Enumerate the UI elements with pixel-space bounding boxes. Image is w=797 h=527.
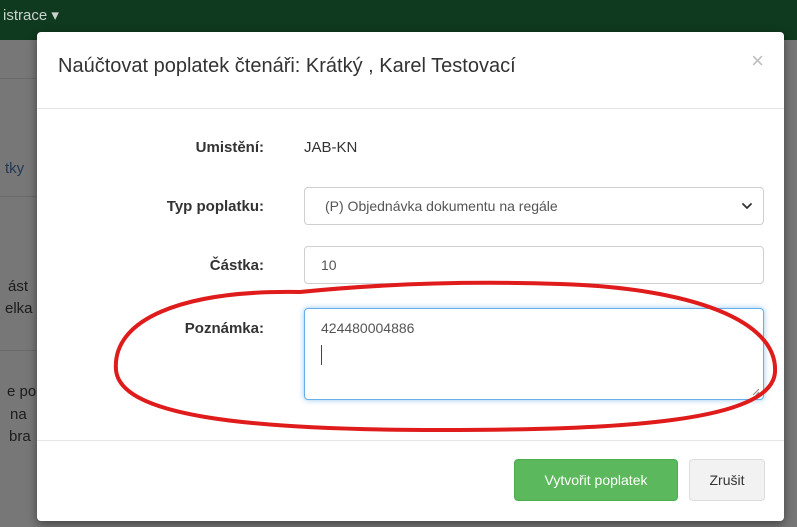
location-value: JAB-KN: [304, 139, 358, 156]
cancel-button[interactable]: Zrušit: [689, 459, 765, 501]
fee-type-selected-value: (P) Objednávka dokumentu na regále: [325, 198, 558, 214]
dialog-header: Naúčtovat poplatek čtenáři: Krátký , Kar…: [37, 32, 784, 109]
close-icon[interactable]: ×: [751, 50, 764, 72]
backdrop-text-fragment: ást: [8, 278, 29, 295]
amount-label: Částka:: [209, 257, 264, 274]
resize-handle-icon[interactable]: [751, 387, 760, 396]
dialog-footer: Vytvořit poplatek Zrušit: [37, 440, 784, 521]
backdrop-divider: [0, 350, 36, 351]
backdrop-text-fragment: bra: [9, 428, 31, 445]
nav-menu-administration[interactable]: istrace ▾: [3, 6, 59, 24]
note-textarea[interactable]: 424480004886: [304, 308, 764, 400]
chevron-down-icon: [742, 203, 752, 209]
create-fee-button[interactable]: Vytvořit poplatek: [514, 459, 678, 501]
text-caret: [321, 345, 322, 365]
fee-type-label: Typ poplatku:: [166, 198, 264, 215]
amount-value: 10: [321, 257, 337, 273]
fee-type-select[interactable]: (P) Objednávka dokumentu na regále: [304, 187, 764, 225]
charge-fee-dialog: Naúčtovat poplatek čtenáři: Krátký , Kar…: [37, 32, 784, 521]
backdrop-text-fragment: na: [10, 406, 27, 423]
note-value: 424480004886: [321, 320, 415, 336]
location-label: Umistění:: [195, 139, 264, 156]
backdrop-text-fragment: tky: [5, 160, 25, 177]
backdrop-text-fragment: e po: [7, 383, 37, 400]
backdrop-divider: [0, 78, 36, 79]
note-label: Poznámka:: [184, 320, 264, 337]
backdrop-text-fragment: elka: [5, 300, 33, 317]
dialog-title: Naúčtovat poplatek čtenáři: Krátký , Kar…: [58, 55, 516, 77]
backdrop-divider: [0, 196, 36, 197]
amount-input[interactable]: 10: [304, 246, 764, 284]
